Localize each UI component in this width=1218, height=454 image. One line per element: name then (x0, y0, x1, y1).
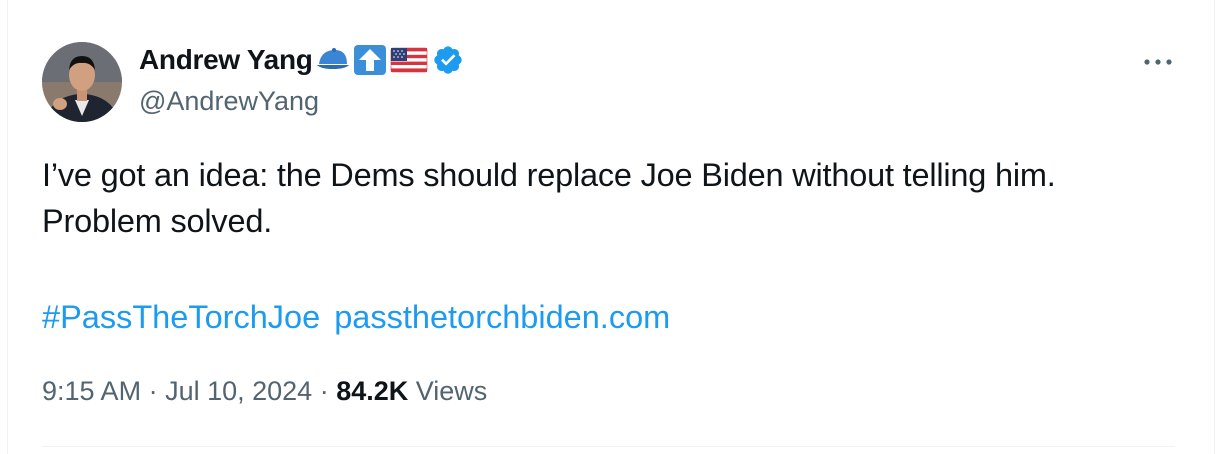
tweet-date[interactable]: Jul 10, 2024 (165, 376, 312, 406)
tweet-meta: 9:15 AM · Jul 10, 2024 · 84.2K Views (42, 376, 487, 407)
tweet-text: I’ve got an idea: the Dems should replac… (42, 152, 1192, 244)
meta-separator: · (141, 376, 166, 406)
blue-cap-icon (315, 44, 351, 76)
us-flag-icon (389, 44, 429, 76)
tweet-text-line-2: Problem solved. (42, 203, 273, 239)
views-count[interactable]: 84.2K (336, 376, 408, 406)
meta-separator: · (312, 376, 337, 406)
more-horizontal-icon (1144, 59, 1172, 65)
verified-badge-icon[interactable] (431, 44, 465, 76)
url-link[interactable]: passthetorchbiden.com (334, 299, 670, 335)
more-options-button[interactable] (1138, 44, 1178, 80)
tweet-text-line-1: I’ve got an idea: the Dems should replac… (42, 157, 1056, 193)
avatar[interactable] (42, 42, 122, 122)
up-arrow-icon (353, 44, 387, 76)
author-name-row: Andrew Yang (139, 40, 465, 80)
divider (42, 446, 1175, 447)
views-label[interactable]: Views (408, 376, 488, 406)
author-handle[interactable]: @AndrewYang (139, 86, 319, 117)
tweet-card: Andrew Yang @AndrewYang I’ve got an idea… (7, 0, 1215, 454)
hashtag-link[interactable]: #PassTheTorchJoe (42, 299, 320, 335)
tweet-links: #PassTheTorchJoe passthetorchbiden.com (42, 294, 670, 340)
author-display-name[interactable]: Andrew Yang (139, 44, 313, 76)
tweet-time[interactable]: 9:15 AM (42, 376, 141, 406)
